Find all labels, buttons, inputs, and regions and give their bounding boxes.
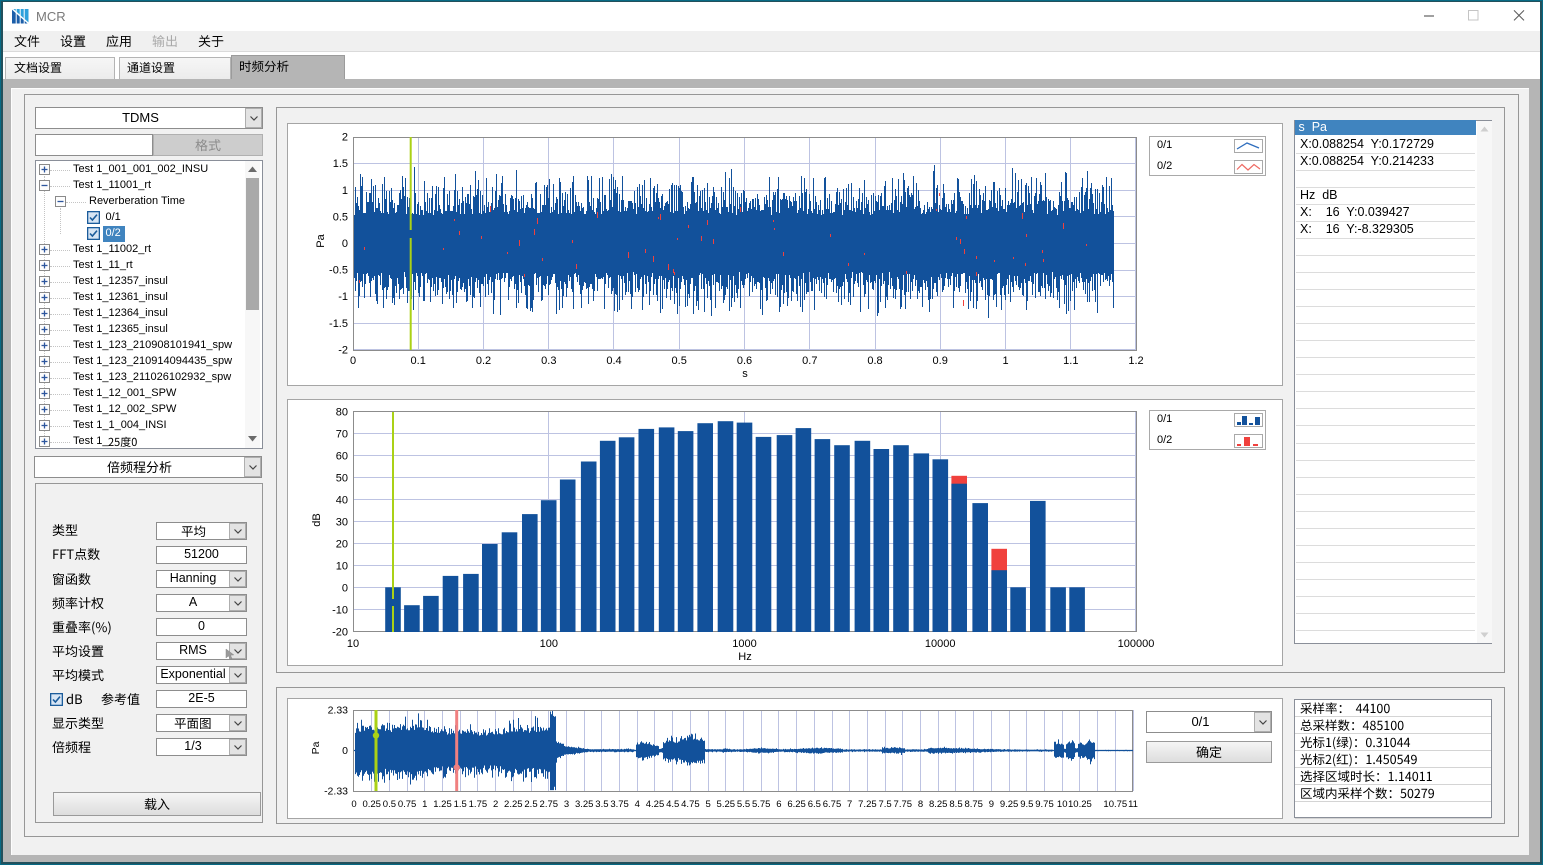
svg-text:2.25: 2.25: [504, 799, 523, 810]
svg-text:10.25: 10.25: [1068, 799, 1092, 810]
svg-text:40: 40: [336, 495, 348, 507]
svg-text:0.5: 0.5: [333, 211, 348, 223]
svg-text:Hz: Hz: [738, 651, 751, 663]
svg-text:5: 5: [705, 799, 710, 810]
svg-text:9.5: 9.5: [1020, 799, 1033, 810]
svg-text:0.8: 0.8: [867, 355, 882, 367]
svg-text:3.5: 3.5: [595, 799, 608, 810]
svg-text:3.25: 3.25: [575, 799, 594, 810]
svg-text:4: 4: [635, 799, 640, 810]
svg-text:9.75: 9.75: [1035, 799, 1054, 810]
svg-text:0: 0: [351, 799, 356, 810]
svg-text:Pa: Pa: [315, 233, 327, 247]
svg-text:1.2: 1.2: [1128, 355, 1143, 367]
svg-text:100000: 100000: [1118, 638, 1155, 650]
svg-text:10: 10: [347, 638, 359, 650]
svg-text:1.1: 1.1: [1063, 355, 1078, 367]
svg-text:-20: -20: [332, 627, 348, 639]
svg-text:60: 60: [336, 451, 348, 463]
svg-text:0.4: 0.4: [606, 355, 621, 367]
svg-text:0: 0: [350, 355, 356, 367]
svg-text:10.75: 10.75: [1103, 799, 1127, 810]
svg-text:-1: -1: [338, 291, 348, 303]
svg-text:0.9: 0.9: [933, 355, 948, 367]
svg-text:4.25: 4.25: [646, 799, 665, 810]
svg-text:1.25: 1.25: [433, 799, 452, 810]
svg-text:1: 1: [422, 799, 427, 810]
svg-text:0: 0: [342, 238, 348, 250]
svg-text:0.3: 0.3: [541, 355, 556, 367]
svg-text:100: 100: [540, 638, 558, 650]
svg-text:5.5: 5.5: [737, 799, 750, 810]
svg-text:20: 20: [336, 539, 348, 551]
svg-text:1: 1: [1002, 355, 1008, 367]
svg-text:4.75: 4.75: [681, 799, 700, 810]
svg-text:5.75: 5.75: [752, 799, 771, 810]
svg-text:0.5: 0.5: [672, 355, 687, 367]
svg-text:0.25: 0.25: [362, 799, 381, 810]
svg-text:dB: dB: [311, 513, 323, 526]
svg-text:1000: 1000: [732, 638, 756, 650]
svg-text:-2.33: -2.33: [324, 786, 348, 798]
svg-text:4.5: 4.5: [666, 799, 679, 810]
svg-text:11: 11: [1128, 799, 1138, 810]
svg-text:2: 2: [493, 799, 498, 810]
svg-text:2.75: 2.75: [540, 799, 559, 810]
svg-text:6.5: 6.5: [808, 799, 821, 810]
svg-text:8: 8: [918, 799, 923, 810]
svg-text:6.75: 6.75: [823, 799, 842, 810]
svg-text:9: 9: [989, 799, 994, 810]
svg-text:8.5: 8.5: [949, 799, 962, 810]
svg-text:-2: -2: [338, 345, 348, 357]
svg-text:5.25: 5.25: [717, 799, 736, 810]
svg-text:8.75: 8.75: [964, 799, 983, 810]
svg-text:0.5: 0.5: [383, 799, 396, 810]
svg-text:1.5: 1.5: [454, 799, 467, 810]
svg-text:0.2: 0.2: [476, 355, 491, 367]
svg-text:7.75: 7.75: [894, 799, 913, 810]
svg-text:0.6: 0.6: [737, 355, 752, 367]
svg-text:-0.5: -0.5: [329, 265, 348, 277]
svg-text:0.1: 0.1: [411, 355, 426, 367]
svg-text:-1.5: -1.5: [329, 318, 348, 330]
svg-text:2: 2: [342, 132, 348, 144]
svg-text:0.75: 0.75: [398, 799, 417, 810]
svg-text:1.75: 1.75: [469, 799, 488, 810]
svg-text:7.25: 7.25: [858, 799, 877, 810]
svg-text:1: 1: [342, 185, 348, 197]
svg-text:8.25: 8.25: [929, 799, 948, 810]
svg-text:-10: -10: [332, 605, 348, 617]
svg-text:10: 10: [1057, 799, 1068, 810]
svg-text:10: 10: [336, 561, 348, 573]
svg-text:3: 3: [564, 799, 569, 810]
svg-text:70: 70: [336, 429, 348, 441]
svg-text:30: 30: [336, 517, 348, 529]
svg-text:0.7: 0.7: [802, 355, 817, 367]
svg-text:10000: 10000: [925, 638, 956, 650]
svg-text:0: 0: [342, 583, 348, 595]
svg-text:2.5: 2.5: [524, 799, 537, 810]
svg-text:3.75: 3.75: [610, 799, 629, 810]
svg-text:6.25: 6.25: [787, 799, 806, 810]
svg-text:0: 0: [342, 745, 348, 757]
svg-text:2.33: 2.33: [328, 705, 349, 717]
svg-text:50: 50: [336, 473, 348, 485]
svg-text:9.25: 9.25: [1000, 799, 1019, 810]
svg-text:6: 6: [776, 799, 781, 810]
svg-text:80: 80: [336, 407, 348, 419]
svg-text:7.5: 7.5: [878, 799, 891, 810]
svg-text:1.5: 1.5: [333, 158, 348, 170]
svg-text:Pa: Pa: [310, 741, 322, 754]
svg-text:s: s: [742, 368, 748, 380]
svg-text:7: 7: [847, 799, 852, 810]
